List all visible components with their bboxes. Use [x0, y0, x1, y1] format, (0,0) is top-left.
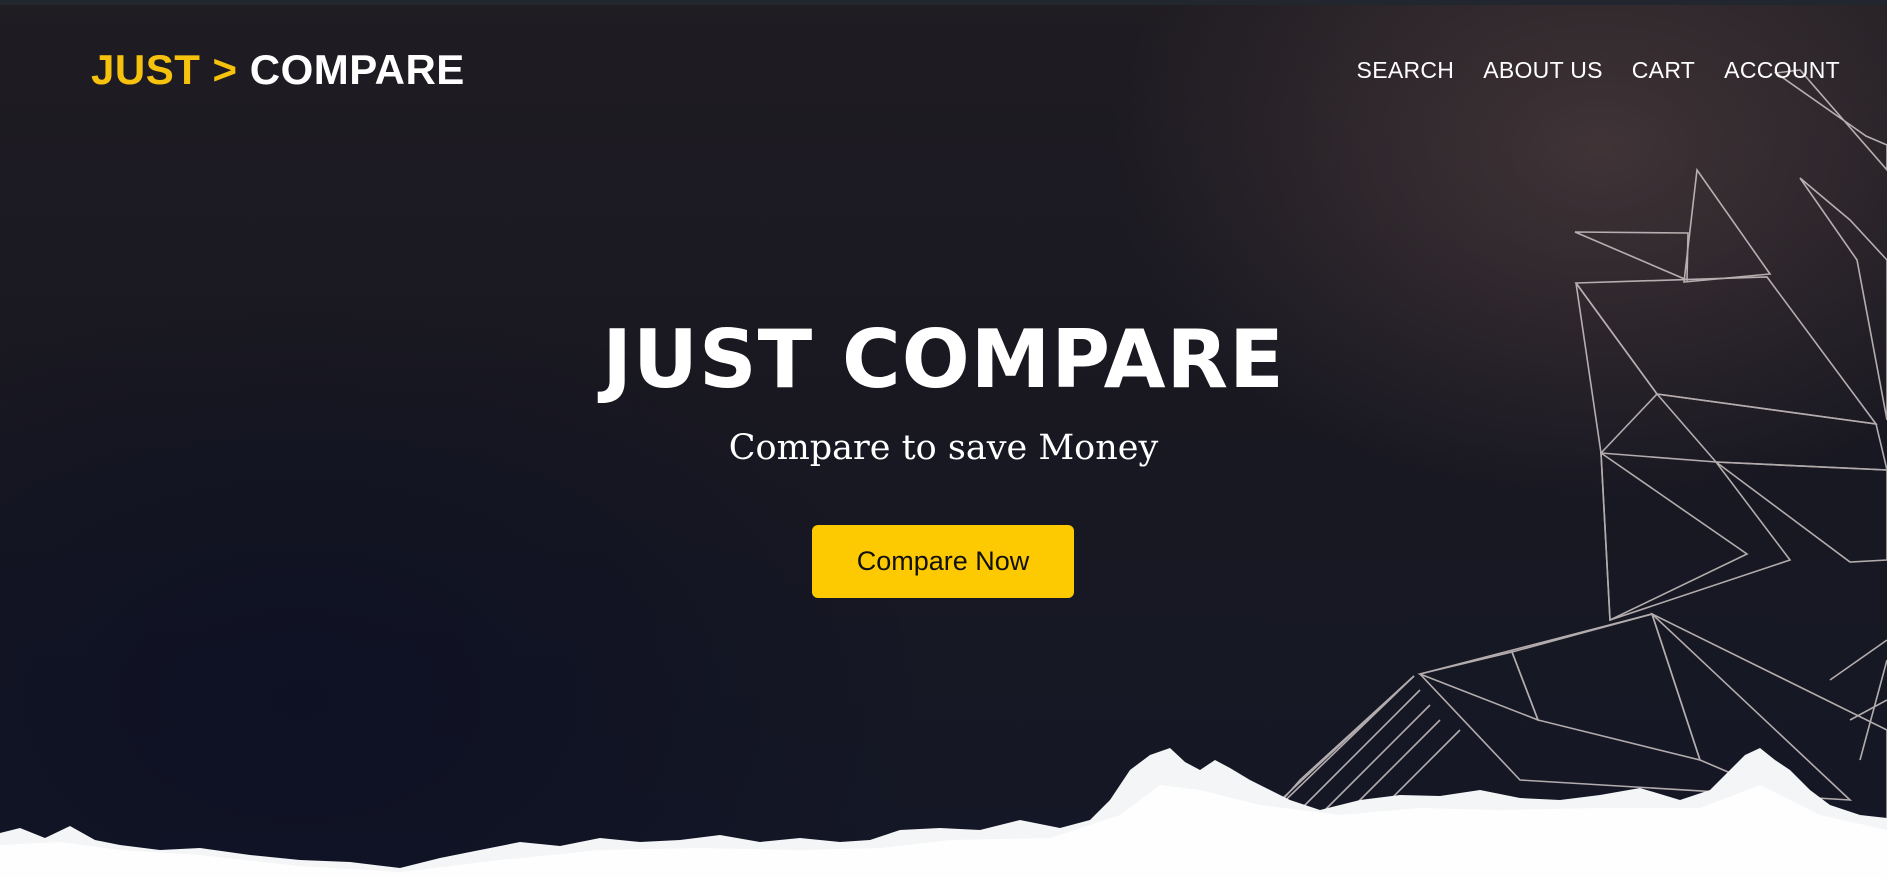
main-nav: SEARCH ABOUT US CART ACCOUNT: [1357, 57, 1840, 84]
nav-item-search[interactable]: SEARCH: [1357, 57, 1455, 84]
brand-logo-part2: COMPARE: [249, 46, 465, 93]
hero-section: JUST > COMPARE SEARCH ABOUT US CART ACCO…: [0, 0, 1887, 878]
nav-item-about-us[interactable]: ABOUT US: [1483, 57, 1603, 84]
hero-title: JUST COMPARE: [602, 313, 1285, 406]
hero-subtitle: Compare to save Money: [728, 428, 1159, 468]
compare-now-button[interactable]: Compare Now: [812, 525, 1074, 598]
nav-item-cart[interactable]: CART: [1632, 57, 1695, 84]
snow-shadow: [0, 785, 1887, 878]
brand-logo[interactable]: JUST > COMPARE: [91, 46, 465, 94]
snow-ridge: [0, 748, 1887, 878]
nav-item-account[interactable]: ACCOUNT: [1724, 57, 1840, 84]
top-strip: [0, 0, 1887, 5]
brand-logo-part1: JUST >: [91, 46, 238, 93]
